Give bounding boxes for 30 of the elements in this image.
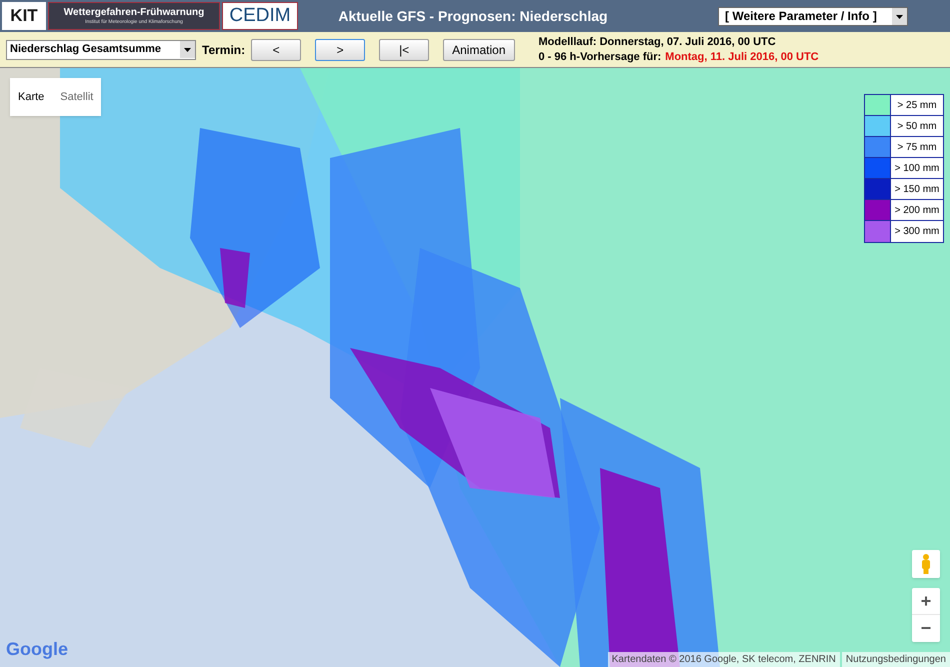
forecast-label: 0 - 96 h-Vorhersage für: — [538, 50, 662, 64]
banner-title: Wettergefahren-Frühwarnung — [64, 8, 204, 18]
terms-link[interactable]: Nutzungsbedingungen — [842, 652, 950, 667]
legend-label: > 50 mm — [896, 120, 938, 134]
info-dropdown[interactable]: [ Weitere Parameter / Info ] — [718, 6, 908, 26]
model-run-text: Modelllauf: Donnerstag, 07. Juli 2016, 00 UTC — [538, 34, 777, 50]
map-type-button[interactable]: Karte — [10, 78, 52, 116]
legend-label: > 25 mm — [896, 98, 938, 112]
cedim-logo: CEDIM — [222, 2, 298, 30]
legend-label: > 100 mm — [894, 162, 940, 176]
page-title: Aktuelle GFS - Prognosen: Niederschlag — [337, 6, 609, 26]
person-icon — [921, 554, 931, 574]
termin-label: Termin: — [202, 42, 246, 58]
parameter-dropdown[interactable]: Niederschlag Gesamtsumme — [6, 40, 196, 60]
street-view-button[interactable] — [912, 550, 940, 578]
step-button[interactable]: |< — [379, 38, 430, 60]
forecast-date: Montag, 11. Juli 2016, 00 UTC — [665, 50, 819, 64]
zoom-out-button[interactable]: − — [912, 615, 940, 642]
animation-button[interactable]: Animation — [443, 38, 514, 60]
step-button[interactable]: > — [315, 38, 366, 60]
map-type-button[interactable]: Satellit — [52, 78, 102, 116]
legend-label: > 150 mm — [894, 182, 940, 196]
kit-logo: KIT — [2, 2, 46, 30]
legend-label: > 300 mm — [894, 225, 940, 239]
legend-label: > 200 mm — [894, 204, 940, 218]
legend-label: > 75 mm — [896, 140, 938, 154]
zoom-in-button[interactable]: + — [912, 588, 940, 615]
map-attribution: Kartendaten © 2016 Google, SK telecom, ZENRIN — [608, 652, 840, 667]
google-logo: Google — [6, 638, 68, 661]
step-button[interactable]: < — [251, 38, 302, 60]
